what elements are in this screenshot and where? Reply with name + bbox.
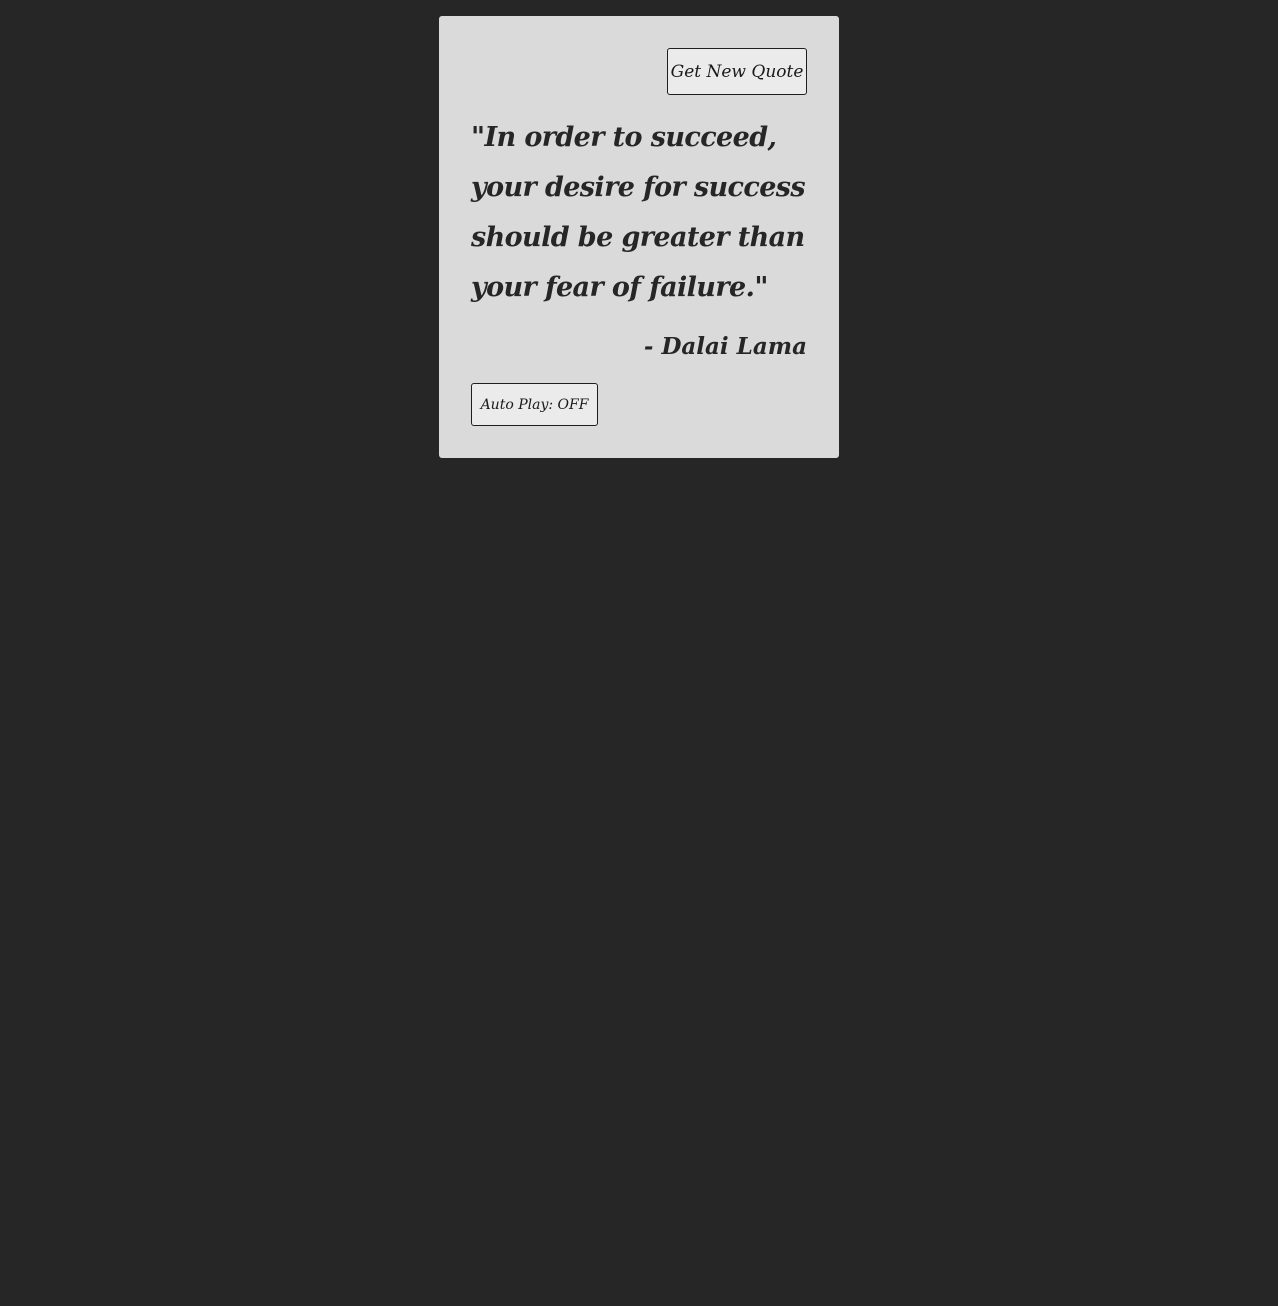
quote-text: "In order to succeed, your desire for su… [471, 122, 806, 303]
get-new-quote-button[interactable]: Get New Quote [667, 48, 807, 95]
quote-card: Get New Quote "In order to succeed, your… [439, 16, 839, 458]
quote-author: - Dalai Lama [643, 333, 807, 360]
auto-play-toggle-button[interactable]: Auto Play: OFF [471, 383, 598, 426]
